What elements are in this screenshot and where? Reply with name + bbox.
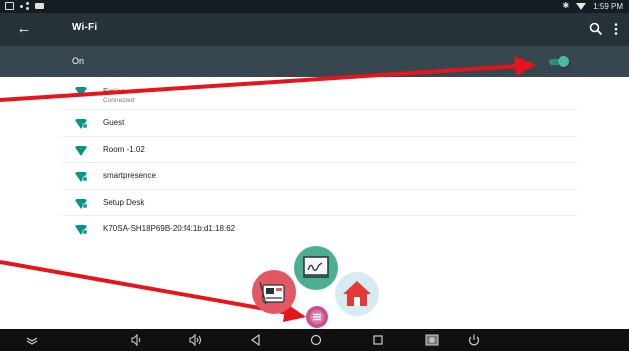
toggle-thumb (558, 56, 569, 67)
screen-capture-icon[interactable] (252, 270, 296, 314)
screenshot-icon[interactable] (424, 332, 440, 348)
wifi-icon (576, 3, 587, 10)
network-name: Emice (103, 87, 126, 96)
network-row[interactable]: Setup Desk (62, 190, 577, 217)
network-name: smartpresence (103, 171, 156, 181)
power-icon[interactable] (466, 332, 482, 348)
wifi-signal-locked-icon (75, 225, 87, 236)
network-list: Emice Connected Guest Room -1.02 smartpr… (62, 78, 577, 243)
network-row[interactable]: Emice Connected (62, 78, 577, 110)
wifi-signal-icon (75, 87, 87, 97)
collapse-icon[interactable] (24, 332, 40, 348)
status-left-icons (5, 2, 44, 10)
home-icon[interactable] (308, 332, 324, 348)
more-vert-icon[interactable] (611, 21, 621, 37)
volume-down-icon[interactable] (128, 332, 144, 348)
status-bar: ✱ 1:59 PM (0, 0, 629, 13)
page-title: Wi-Fi (72, 22, 98, 33)
volume-up-icon[interactable] (187, 332, 203, 348)
network-row[interactable]: K70SA-SH18P69B-20:f4:1b:d1:18:62 (62, 216, 577, 243)
wallet-icon (35, 3, 44, 9)
wifi-signal-locked-icon (75, 172, 87, 183)
menu-icon[interactable] (306, 306, 328, 328)
app-bar: ← Wi-Fi (0, 13, 629, 46)
wifi-toggle[interactable] (549, 56, 569, 67)
network-row[interactable]: Room -1.02 (62, 137, 577, 164)
network-row[interactable]: smartpresence (62, 163, 577, 190)
search-icon[interactable] (588, 21, 604, 37)
network-name: Setup Desk (103, 197, 145, 207)
network-status: Connected (103, 97, 135, 104)
network-name: Guest (103, 118, 125, 127)
photo-icon (5, 2, 14, 10)
back-icon[interactable] (248, 332, 264, 348)
network-row[interactable]: Guest (62, 110, 577, 137)
home-icon[interactable] (335, 272, 379, 316)
recents-icon[interactable] (370, 332, 386, 348)
network-name: K70SA-SH18P69B-20:f4:1b:d1:18:62 (103, 224, 236, 234)
whiteboard-icon[interactable] (294, 246, 338, 290)
wifi-signal-icon (75, 145, 87, 156)
share-icon (20, 2, 29, 10)
switch-label: On (72, 56, 85, 66)
network-name: Room -1.02 (103, 144, 145, 154)
wifi-signal-locked-icon (75, 198, 87, 209)
status-right: ✱ 1:59 PM (563, 1, 624, 11)
wifi-master-switch-bar[interactable]: On (0, 46, 629, 77)
navigation-bar (0, 329, 629, 351)
arrow-left-icon[interactable]: ← (14, 20, 34, 40)
wifi-signal-locked-icon (75, 119, 87, 129)
bluetooth-icon: ✱ (562, 1, 570, 10)
status-time: 1:59 PM (593, 1, 623, 11)
